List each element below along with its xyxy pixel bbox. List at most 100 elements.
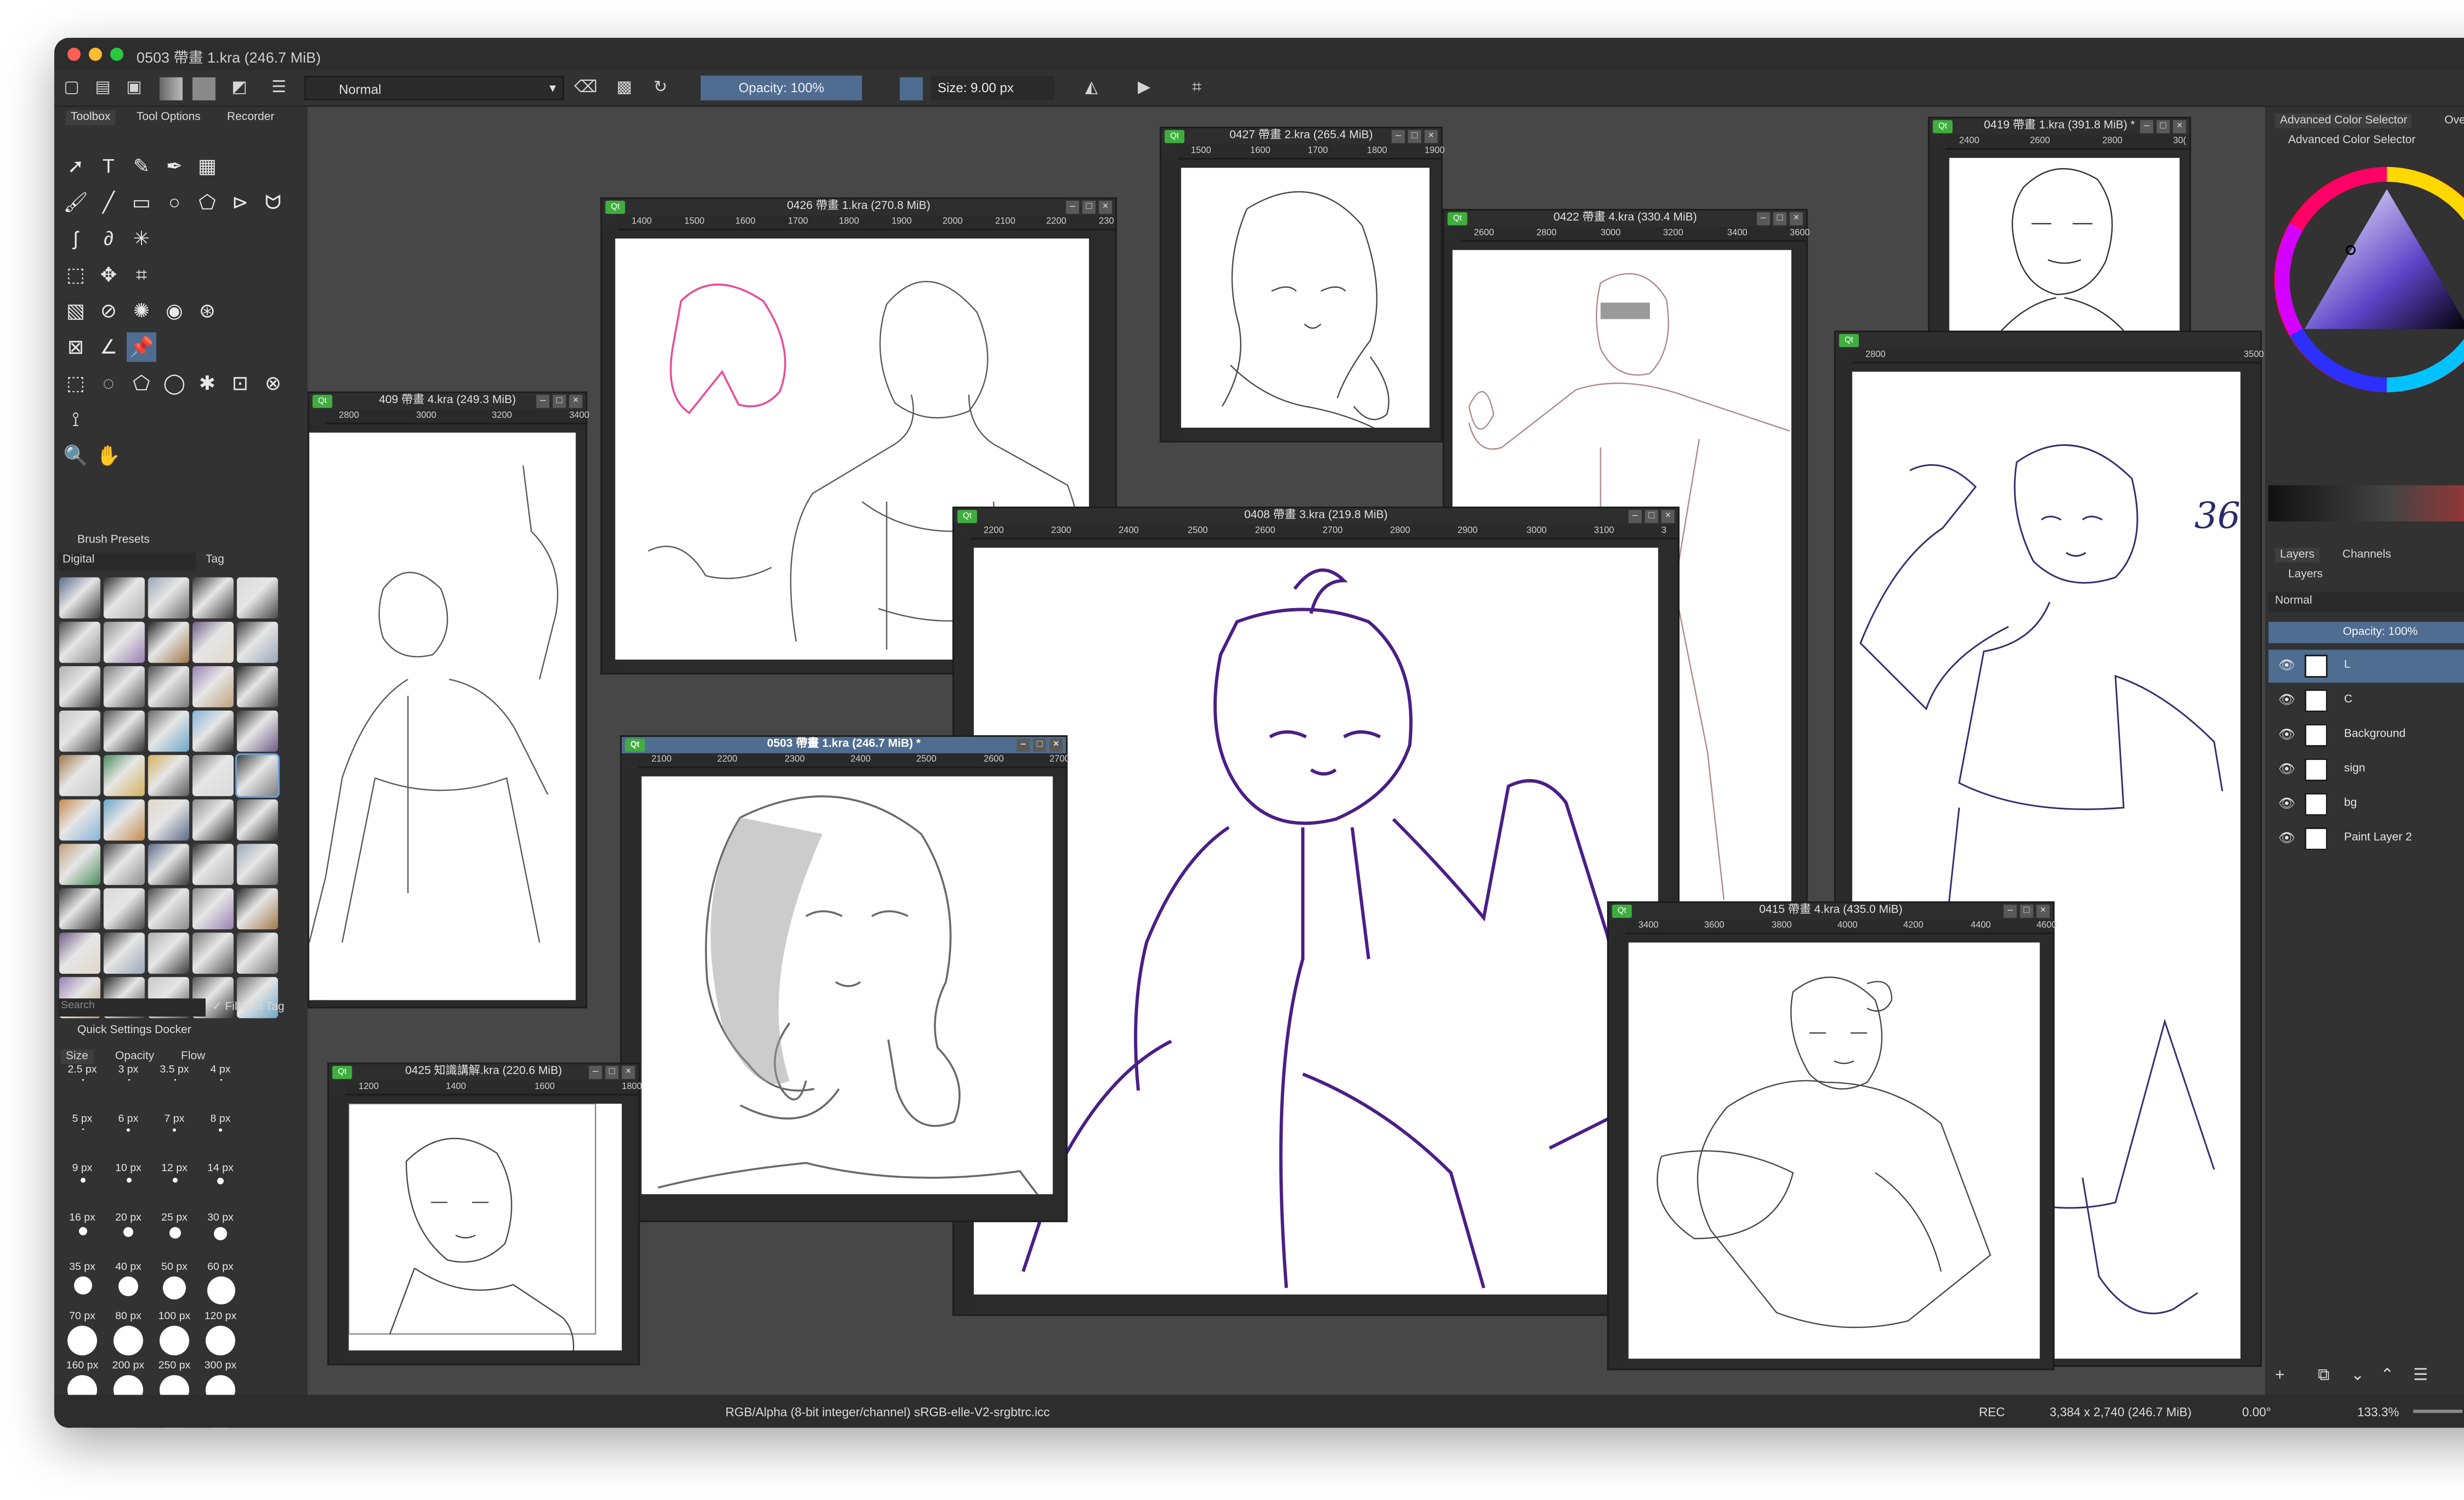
- brush-preset-item[interactable]: [148, 577, 189, 619]
- tab-overview[interactable]: Overview: [2439, 113, 2464, 128]
- close-icon[interactable]: ×: [1789, 212, 1803, 226]
- tab-advanced-color-selector[interactable]: Advanced Color Selector: [2275, 113, 2412, 129]
- size-preset[interactable]: 25 px: [153, 1212, 196, 1261]
- close-icon[interactable]: ×: [2036, 904, 2050, 918]
- size-preset[interactable]: 3.5 px: [153, 1064, 196, 1114]
- color-history-bar[interactable]: [2268, 485, 2464, 522]
- transform-icon[interactable]: ⬚: [61, 260, 91, 289]
- visibility-eye-icon[interactable]: 👁: [2278, 831, 2295, 846]
- brush-preset-item[interactable]: [59, 711, 101, 752]
- tag-button[interactable]: Tag: [205, 554, 224, 566]
- layer-row[interactable]: 👁bg🔒α▦: [2268, 788, 2464, 821]
- bezier-select-icon[interactable]: ⊗: [258, 369, 288, 398]
- canvas-paper[interactable]: [1181, 168, 1430, 428]
- minimize-icon[interactable]: –: [2140, 120, 2154, 134]
- size-preset[interactable]: 2.5 px: [61, 1064, 104, 1114]
- close-window-button[interactable]: [67, 47, 81, 61]
- brush-preset-item[interactable]: [192, 888, 234, 929]
- restore-icon[interactable]: □: [2020, 904, 2033, 918]
- size-preset[interactable]: 12 px: [153, 1163, 196, 1212]
- brush-preset-item[interactable]: [103, 932, 145, 974]
- visibility-eye-icon[interactable]: 👁: [2278, 761, 2295, 776]
- layer-properties-icon[interactable]: ☰: [2413, 1367, 2428, 1385]
- document-title-bar[interactable]: Qt: [1836, 332, 2260, 349]
- size-preset[interactable]: 80 px: [107, 1311, 150, 1360]
- brush-preset-item[interactable]: [59, 932, 101, 974]
- polygon-icon[interactable]: ⬠: [193, 188, 222, 217]
- brush-presets-icon[interactable]: ☰: [268, 77, 289, 99]
- size-preset[interactable]: 100 px: [153, 1311, 196, 1360]
- restore-icon[interactable]: □: [1408, 130, 1422, 143]
- layer-row[interactable]: 👁sign🔒α▦: [2268, 753, 2464, 786]
- size-preset[interactable]: 6 px: [107, 1114, 150, 1163]
- tab-flow[interactable]: Flow: [176, 1050, 210, 1064]
- document-title-bar[interactable]: Qt 0425 知識講解.kra (220.6 MiB) – □ ×: [329, 1064, 639, 1081]
- crop-icon[interactable]: ⌗: [127, 260, 156, 289]
- brush-preset-item[interactable]: [237, 844, 278, 885]
- tab-toolbox[interactable]: Toolbox: [66, 110, 116, 125]
- close-icon[interactable]: ×: [1049, 738, 1063, 752]
- measure-icon[interactable]: ∠: [94, 332, 123, 362]
- document-title-bar[interactable]: Qt 409 帶畫 4.kra (249.3 MiB) – □ ×: [309, 393, 586, 410]
- restore-icon[interactable]: □: [552, 395, 566, 408]
- opacity-slider[interactable]: Opacity: 100%: [700, 75, 862, 101]
- brush-preset-item[interactable]: [59, 621, 101, 663]
- layer-row[interactable]: 👁Background🔒α▦: [2268, 719, 2464, 752]
- brush-preset-item[interactable]: [103, 621, 145, 663]
- restore-icon[interactable]: □: [1082, 201, 1096, 214]
- document-window[interactable]: Qt 0427 帶畫 2.kra (265.4 MiB) – □ × 1500 1600 17…: [1160, 127, 1445, 443]
- brush-preset-item[interactable]: [59, 666, 101, 708]
- brush-preset-item[interactable]: [237, 932, 278, 974]
- minimize-icon[interactable]: –: [1016, 738, 1030, 752]
- canvas-paper[interactable]: [1628, 942, 2040, 1359]
- rotation-value[interactable]: 0.00°: [2242, 1405, 2271, 1420]
- reload-preset-icon[interactable]: ↻: [650, 77, 671, 99]
- gradient-icon[interactable]: [159, 77, 183, 101]
- brush-preset-item[interactable]: [103, 666, 145, 708]
- size-slider[interactable]: Size: 9.00 px: [931, 75, 1055, 101]
- tab-tool-options[interactable]: Tool Options: [132, 110, 205, 125]
- zoom-value[interactable]: 133.3%: [2357, 1405, 2399, 1420]
- enclose-fill-icon[interactable]: ⊛: [193, 296, 222, 326]
- magnetic-select-icon[interactable]: ⟟: [61, 405, 91, 434]
- brush-preset-item[interactable]: [103, 577, 145, 619]
- edit-shapes-icon[interactable]: ✎: [127, 151, 156, 181]
- brush-preset-item[interactable]: [237, 888, 278, 929]
- filter-in-tag-checkbox[interactable]: ✓ Filter in Tag: [212, 1000, 284, 1013]
- brush-preset-item[interactable]: [148, 932, 189, 974]
- document-title-bar[interactable]: Qt 0415 帶畫 4.kra (435.0 MiB) – □ ×: [1608, 903, 2053, 920]
- rectangle-icon[interactable]: ▭: [127, 188, 156, 217]
- restore-icon[interactable]: □: [1773, 212, 1787, 226]
- document-title-bar[interactable]: Qt 0419 帶畫 1.kra (391.8 MiB) * – □ ×: [1929, 118, 2190, 135]
- pan-icon[interactable]: ✋: [94, 441, 123, 471]
- brush-tag-dropdown[interactable]: Digital: [57, 552, 196, 571]
- restore-icon[interactable]: □: [2156, 120, 2170, 134]
- layer-row[interactable]: 👁C🔒α▦: [2268, 684, 2464, 717]
- brush-preset-item[interactable]: [235, 753, 280, 798]
- swap-colors-icon[interactable]: ◩: [229, 77, 250, 99]
- brush-preset-item[interactable]: [103, 888, 145, 929]
- text-icon[interactable]: T: [94, 151, 123, 181]
- layer-blend-mode-dropdown[interactable]: Normal: [2268, 592, 2464, 612]
- brush-preset-item[interactable]: [237, 577, 278, 619]
- document-title-bar[interactable]: Qt 0503 帶畫 1.kra (246.7 MiB) * – □ ×: [621, 737, 1066, 753]
- minimize-icon[interactable]: –: [1391, 130, 1405, 143]
- brush-preset-item[interactable]: [103, 799, 145, 841]
- size-preset[interactable]: 3 px: [107, 1064, 150, 1114]
- visibility-eye-icon[interactable]: 👁: [2278, 692, 2295, 707]
- brush-preset-item[interactable]: [148, 755, 189, 796]
- brush-preset-item[interactable]: [148, 621, 189, 663]
- brush-preset-item[interactable]: [148, 711, 189, 752]
- canvas-paper[interactable]: [641, 776, 1053, 1194]
- size-preset[interactable]: 35 px: [61, 1261, 104, 1311]
- document-title-bar[interactable]: Qt 0408 帶畫 3.kra (219.8 MiB) – □ ×: [954, 508, 1678, 525]
- blending-mode-dropdown[interactable]: Normal ▾: [304, 75, 564, 101]
- minimize-icon[interactable]: –: [536, 395, 549, 408]
- layer-row[interactable]: 👁L🔒α▦: [2268, 649, 2464, 683]
- restore-icon[interactable]: □: [1033, 738, 1046, 752]
- move-layer-up-icon[interactable]: ⌃: [2380, 1367, 2394, 1385]
- zoom-slider[interactable]: [2413, 1409, 2463, 1413]
- save-document-icon[interactable]: ▣: [123, 77, 144, 99]
- brush-icon[interactable]: 🖌: [61, 188, 91, 217]
- brush-preset-item[interactable]: [103, 755, 145, 796]
